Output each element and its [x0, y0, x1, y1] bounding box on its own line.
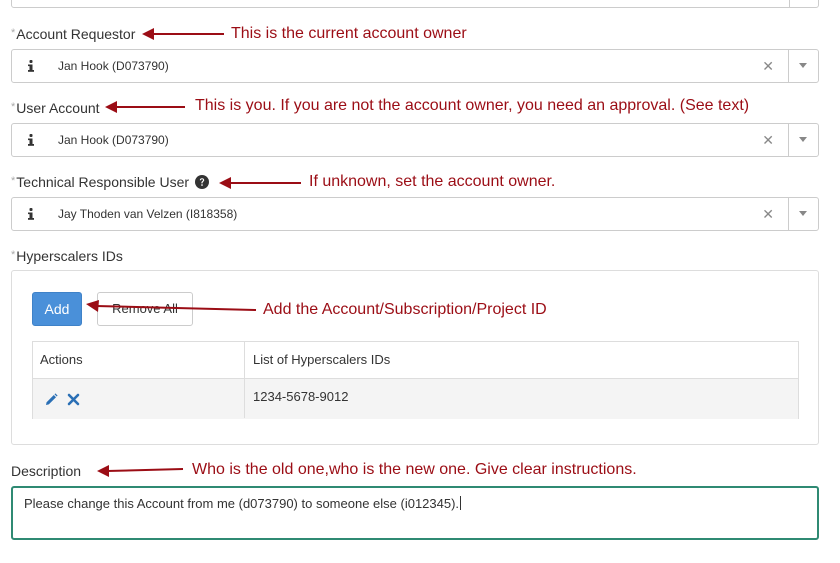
text-cursor	[460, 496, 462, 510]
technical-responsible-user-label-text: Technical Responsible User	[16, 174, 190, 190]
table-header	[33, 342, 798, 379]
annotation-technical: If unknown, set the account owner.	[309, 173, 556, 190]
account-requestor-label: *Account Requestor	[11, 26, 135, 42]
dropdown-toggle[interactable]	[788, 50, 818, 82]
annotation-user-account: This is you. If you are not the account …	[195, 97, 750, 114]
table-row	[33, 379, 798, 419]
clear-icon[interactable]: ✕	[762, 132, 774, 148]
clear-icon[interactable]: ✕	[762, 58, 774, 74]
table-column-divider	[244, 342, 245, 418]
chevron-down-icon	[799, 137, 807, 142]
info-icon	[28, 208, 34, 220]
previous-select-field[interactable]	[11, 0, 819, 8]
annotation-arrow-requestor	[142, 28, 224, 40]
user-account-label: *User Account	[11, 100, 100, 116]
previous-select-divider	[789, 0, 790, 7]
chevron-down-icon	[799, 63, 807, 68]
column-header-actions: Actions	[40, 352, 83, 367]
pencil-icon[interactable]	[45, 393, 58, 406]
technical-responsible-user-select[interactable]: Jay Thoden van Velzen (I818358) ✕	[11, 197, 819, 231]
account-requestor-value: Jan Hook (D073790)	[58, 59, 169, 73]
user-account-label-text: User Account	[16, 100, 100, 116]
clear-icon[interactable]: ✕	[762, 206, 774, 222]
chevron-down-icon	[799, 211, 807, 216]
annotation-arrow-user-account	[105, 101, 185, 113]
annotation-arrow-technical	[219, 177, 301, 189]
hyperscalers-ids-label-text: Hyperscalers IDs	[16, 248, 123, 264]
annotation-requestor: This is the current account owner	[231, 25, 467, 42]
description-textarea[interactable]: Please change this Account from me (d073…	[11, 486, 819, 540]
account-requestor-label-text: Account Requestor	[16, 26, 136, 42]
info-icon	[28, 60, 34, 72]
user-account-value: Jan Hook (D073790)	[58, 133, 169, 147]
hyperscaler-id-value: 1234-5678-9012	[253, 389, 349, 404]
info-icon	[28, 134, 34, 146]
dropdown-toggle[interactable]	[788, 124, 818, 156]
user-account-select[interactable]: Jan Hook (D073790) ✕	[11, 123, 819, 157]
close-icon[interactable]	[67, 393, 80, 406]
description-text-wrapper: Please change this Account from me (d073…	[24, 496, 462, 511]
required-mark: *	[11, 175, 16, 187]
hyperscalers-table: Actions List of Hyperscalers IDs 1234-56…	[32, 341, 799, 419]
hyperscalers-ids-label: *Hyperscalers IDs	[11, 248, 123, 264]
required-mark: *	[11, 249, 16, 261]
question-circle-icon[interactable]	[195, 175, 210, 189]
account-requestor-select[interactable]: Jan Hook (D073790) ✕	[11, 49, 819, 83]
description-label: Description	[11, 463, 82, 479]
technical-responsible-user-value: Jay Thoden van Velzen (I818358)	[58, 207, 238, 221]
column-header-ids: List of Hyperscalers IDs	[253, 352, 391, 367]
annotation-add: Add the Account/Subscription/Project ID	[263, 301, 547, 318]
add-button[interactable]: Add	[32, 292, 82, 326]
required-mark: *	[11, 101, 16, 113]
description-value: Please change this Account from me (d073…	[24, 496, 460, 511]
annotation-arrow-description	[97, 465, 184, 477]
technical-responsible-user-label: *Technical Responsible User	[11, 174, 210, 190]
dropdown-toggle[interactable]	[788, 198, 818, 230]
annotation-description: Who is the old one,who is the new one. G…	[192, 461, 637, 478]
annotation-arrow-add	[86, 300, 257, 312]
required-mark: *	[11, 27, 16, 39]
